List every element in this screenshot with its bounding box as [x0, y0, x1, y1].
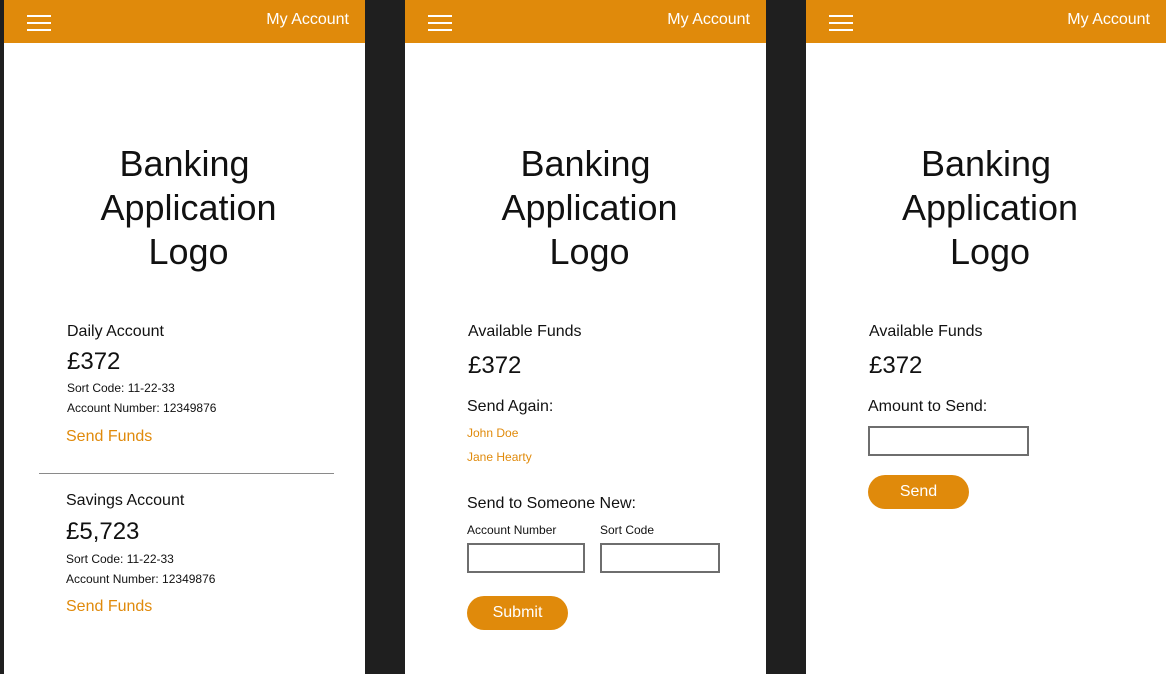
available-funds-value: £372: [468, 352, 522, 379]
logo-line: Logo: [148, 231, 229, 272]
available-funds-value: £372: [869, 352, 923, 379]
send-new-label: Send to Someone New:: [467, 495, 636, 512]
recent-payee-link[interactable]: John Doe: [467, 426, 518, 440]
available-funds-label: Available Funds: [869, 323, 983, 340]
account-number-label: Account Number: [467, 523, 557, 537]
logo-line: Banking: [920, 143, 1052, 184]
top-bar: My Account: [806, 0, 1166, 43]
accounts-screen: My Account Banking Application Logo Dail…: [4, 0, 365, 674]
logo-line: Application: [100, 187, 277, 228]
logo-line: Application: [901, 187, 1079, 228]
my-account-link[interactable]: My Account: [1067, 11, 1150, 29]
top-bar: My Account: [405, 0, 766, 43]
logo-line: Logo: [549, 231, 630, 272]
sort-code: Sort Code: 11-22-33: [66, 552, 174, 566]
send-funds-link[interactable]: Send Funds: [66, 428, 152, 446]
logo-line: Banking: [520, 143, 651, 184]
top-bar: My Account: [4, 0, 365, 43]
send-button[interactable]: Send: [868, 475, 969, 509]
submit-button[interactable]: Submit: [467, 596, 568, 630]
logo-line: Logo: [949, 231, 1031, 272]
sort-code-input[interactable]: [600, 543, 720, 573]
account-divider: [39, 473, 334, 474]
recent-payee-link[interactable]: Jane Hearty: [467, 450, 532, 464]
send-amount-screen: My Account Banking Application Logo Avai…: [806, 0, 1166, 674]
app-logo: Banking Application Logo: [4, 142, 365, 274]
account-number-input[interactable]: [467, 543, 585, 573]
app-logo: Banking Application Logo: [405, 142, 766, 274]
account-balance: £5,723: [66, 518, 140, 545]
logo-line: Banking: [119, 143, 250, 184]
logo-line: Application: [501, 187, 678, 228]
send-again-label: Send Again:: [467, 398, 554, 415]
account-balance: £372: [67, 348, 121, 375]
sort-code-label: Sort Code: [600, 523, 655, 537]
hamburger-menu-icon[interactable]: [428, 13, 452, 31]
account-name: Savings Account: [66, 492, 185, 509]
my-account-link[interactable]: My Account: [667, 11, 750, 29]
send-funds-link[interactable]: Send Funds: [66, 598, 152, 616]
account-number: Account Number: 12349876: [67, 401, 217, 415]
hamburger-menu-icon[interactable]: [27, 13, 51, 31]
hamburger-menu-icon[interactable]: [829, 13, 853, 31]
sort-code: Sort Code: 11-22-33: [67, 381, 175, 395]
account-name: Daily Account: [67, 323, 164, 340]
available-funds-label: Available Funds: [468, 323, 582, 340]
my-account-link[interactable]: My Account: [266, 11, 349, 29]
amount-to-send-label: Amount to Send:: [868, 398, 988, 415]
app-logo: Banking Application Logo: [806, 142, 1166, 274]
amount-input[interactable]: [868, 426, 1029, 456]
account-number: Account Number: 12349876: [66, 572, 216, 586]
send-funds-screen: My Account Banking Application Logo Avai…: [405, 0, 766, 674]
